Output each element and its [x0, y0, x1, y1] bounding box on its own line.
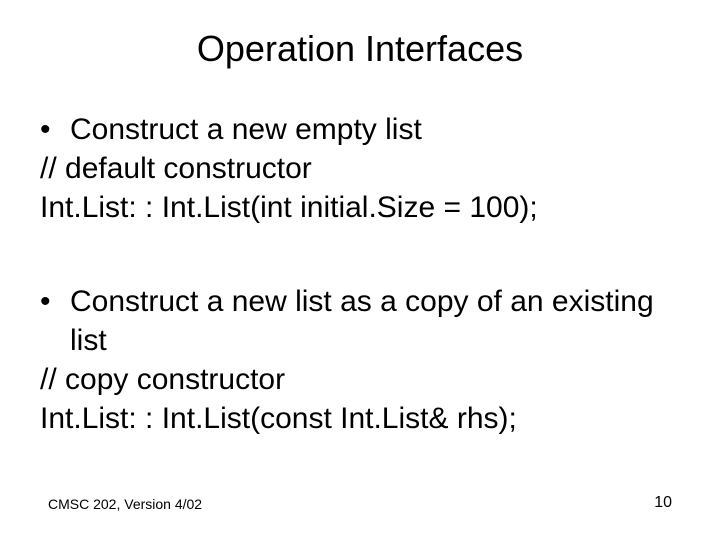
footer-version: CMSC 202, Version 4/02 [48, 496, 202, 512]
slide-title: Operation Interfaces [0, 28, 720, 70]
content-block-2: • Construct a new list as a copy of an e… [40, 282, 680, 438]
bullet-dot-icon: • [40, 110, 70, 149]
bullet-text-2: Construct a new list as a copy of an exi… [70, 282, 680, 360]
slide: Operation Interfaces • Construct a new e… [0, 0, 720, 540]
bullet-item-1: • Construct a new empty list [40, 110, 680, 149]
bullet-item-2: • Construct a new list as a copy of an e… [40, 282, 680, 360]
bullet-text-1: Construct a new empty list [70, 110, 680, 149]
code-line-2b: Int.List: : Int.List(const Int.List& rhs… [40, 399, 680, 438]
code-line-1b: Int.List: : Int.List(int initial.Size = … [40, 188, 680, 227]
code-line-1a: // default constructor [40, 149, 680, 188]
code-line-2a: // copy constructor [40, 360, 680, 399]
content-block-1: • Construct a new empty list // default … [40, 110, 680, 227]
bullet-dot-icon: • [40, 282, 70, 321]
slide-number: 10 [654, 494, 672, 512]
